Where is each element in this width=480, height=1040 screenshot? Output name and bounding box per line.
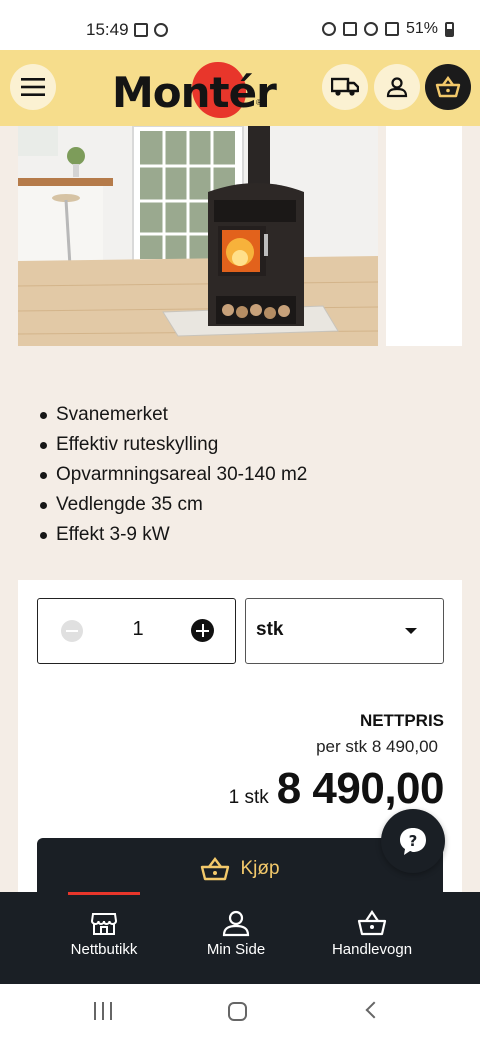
basket-icon bbox=[357, 910, 387, 936]
signal-icon bbox=[384, 22, 399, 36]
quantity-stepper: 1 bbox=[37, 598, 236, 664]
increase-quantity-button[interactable] bbox=[191, 619, 214, 642]
delivery-button[interactable] bbox=[322, 64, 368, 110]
menu-icon bbox=[21, 78, 45, 96]
logo-registered-mark: ® bbox=[256, 98, 262, 107]
nav-item-handlevogn[interactable]: Handlevogn bbox=[302, 892, 442, 984]
cart-button[interactable] bbox=[425, 64, 471, 110]
battery-percent: 51% bbox=[405, 20, 438, 37]
unit-price: per stk 8 490,00 bbox=[316, 737, 438, 756]
feature-item: Svanemerket bbox=[40, 400, 307, 430]
bottom-navigation: Nettbutikk Min Side Handlevogn bbox=[0, 892, 480, 984]
system-navigation-bar bbox=[0, 984, 480, 1040]
menu-button[interactable] bbox=[10, 64, 56, 110]
decrease-quantity-button[interactable] bbox=[61, 620, 83, 642]
feature-item: Opvarmningsareal 30-140 m2 bbox=[40, 460, 307, 490]
user-icon bbox=[386, 77, 408, 98]
nav-label: Min Side bbox=[206, 941, 266, 958]
alarm-icon bbox=[321, 22, 336, 36]
feature-item: Effektiv ruteskylling bbox=[40, 430, 307, 460]
feature-item: Vedlengde 35 cm bbox=[40, 490, 307, 520]
nav-label: Handlevogn bbox=[331, 941, 413, 958]
montér-logo[interactable]: Montér ® bbox=[112, 62, 277, 118]
basket-icon bbox=[435, 76, 461, 98]
nav-label: Nettbutikk bbox=[70, 941, 138, 958]
buy-label: Kjøp bbox=[240, 858, 280, 879]
svg-text:?: ? bbox=[409, 832, 418, 850]
battery-icon bbox=[445, 21, 454, 37]
unit-select[interactable]: stk bbox=[245, 598, 444, 664]
gallery-notification-icon bbox=[134, 23, 148, 37]
product-image[interactable] bbox=[18, 126, 378, 346]
recent-apps-button[interactable] bbox=[94, 1002, 112, 1020]
truck-icon bbox=[331, 77, 359, 96]
home-button[interactable] bbox=[228, 1002, 247, 1021]
sync-notification-icon bbox=[154, 23, 168, 37]
help-question-icon: ? bbox=[400, 828, 426, 855]
wifi-icon bbox=[363, 22, 378, 36]
status-bar: 15:49 51% bbox=[0, 0, 480, 50]
store-icon bbox=[90, 913, 118, 935]
total-price-row: 1 stk 8 490,00 bbox=[228, 764, 445, 814]
price-label: NETTPRIS bbox=[359, 711, 444, 730]
unit-selected-value: stk bbox=[256, 619, 284, 640]
back-button[interactable] bbox=[365, 1001, 383, 1019]
basket-icon bbox=[201, 857, 230, 881]
nav-item-nettbutikk[interactable]: Nettbutikk bbox=[34, 892, 174, 984]
total-price: 8 490,00 bbox=[276, 764, 445, 813]
status-time: 15:49 bbox=[86, 20, 129, 39]
next-image-thumbnail[interactable] bbox=[386, 126, 462, 346]
site-header: Montér ® bbox=[0, 50, 480, 126]
feature-item: Effekt 3-9 kW bbox=[40, 520, 307, 550]
logo-text: Montér bbox=[112, 68, 277, 117]
user-icon bbox=[222, 910, 250, 937]
chevron-down-icon bbox=[405, 628, 417, 634]
quantity-value[interactable]: 1 bbox=[128, 618, 148, 641]
help-chat-button[interactable]: ? bbox=[381, 809, 445, 873]
total-quantity: 1 stk bbox=[228, 787, 269, 808]
feature-list: Svanemerket Effektiv ruteskylling Opvarm… bbox=[40, 400, 307, 550]
wood-stove-photo bbox=[18, 126, 378, 346]
account-button[interactable] bbox=[374, 64, 420, 110]
nav-item-min-side[interactable]: Min Side bbox=[166, 892, 306, 984]
mute-icon bbox=[342, 22, 357, 36]
